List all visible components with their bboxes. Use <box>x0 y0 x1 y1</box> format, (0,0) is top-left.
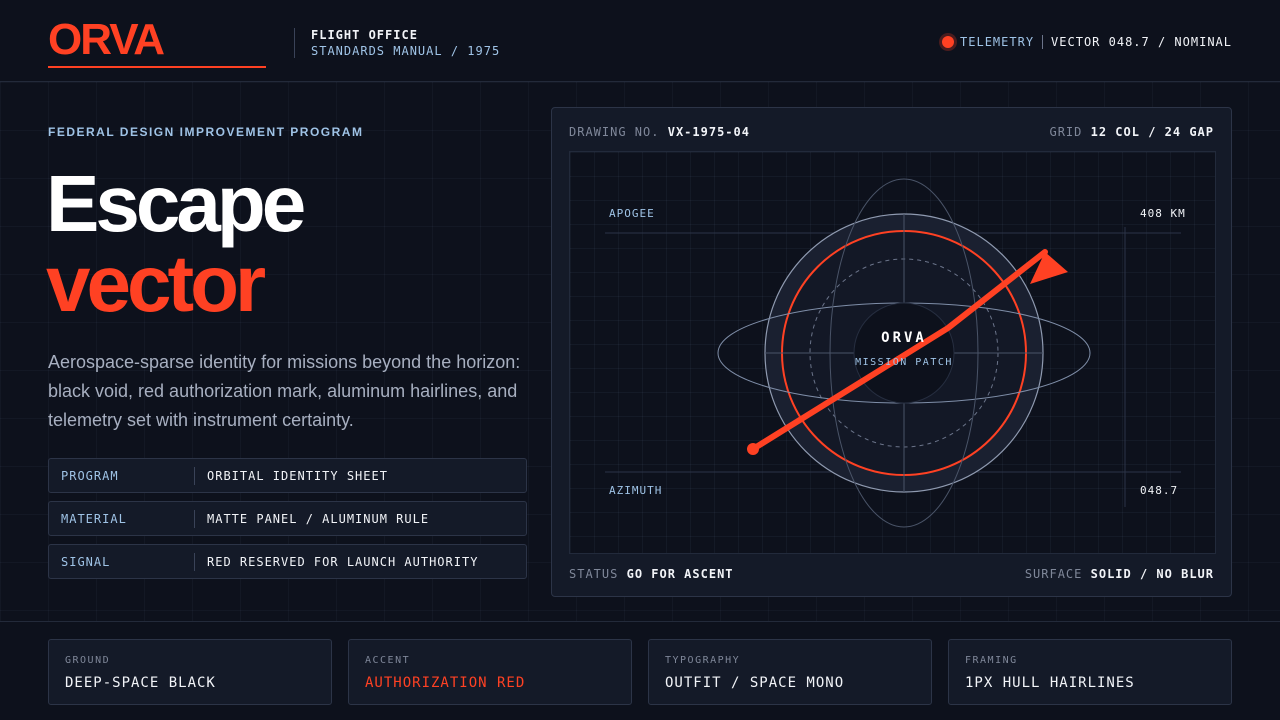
drawing-number-value: VX-1975-04 <box>667 125 750 139</box>
token-value: DEEP-SPACE BLACK <box>65 675 216 691</box>
title-line-1: Escape <box>46 159 306 248</box>
spec-key: MATERIAL <box>61 511 127 526</box>
token-card-accent: ACCENT AUTHORIZATION RED <box>348 639 632 705</box>
flight-office: FLIGHT OFFICE STANDARDS MANUAL / 1975 <box>294 28 500 58</box>
grid-value: 12 COL / 24 GAP <box>1090 125 1214 139</box>
patch-title: ORVA <box>881 330 927 346</box>
logo[interactable]: ORVA <box>48 16 266 68</box>
panel-header: DRAWING NO. VX-1975-04 GRID 12 COL / 24 … <box>569 125 1214 139</box>
drawing-canvas: APOGEE 408 KM AZIMUTH 048.7 ORVA MISSION… <box>569 151 1216 554</box>
surface-label: SURFACE <box>1024 567 1083 581</box>
azimuth-value: 048.7 <box>1140 484 1179 497</box>
title-line-2: vector <box>46 239 266 328</box>
spec-row-signal: SIGNAL RED RESERVED FOR LAUNCH AUTHORITY <box>48 544 527 579</box>
status-label: STATUS <box>569 567 619 581</box>
status-value: GO FOR ASCENT <box>626 567 734 581</box>
spec-value: RED RESERVED FOR LAUNCH AUTHORITY <box>207 554 479 569</box>
telemetry-readout: TELEMETRY VECTOR 048.7 / NOMINAL <box>942 35 1232 49</box>
apogee-label: APOGEE <box>609 207 655 220</box>
drawing-panel: DRAWING NO. VX-1975-04 GRID 12 COL / 24 … <box>551 107 1232 597</box>
description: Aerospace-sparse identity for missions b… <box>48 352 521 430</box>
logo-wordmark: ORVA <box>48 15 165 64</box>
token-label: GROUND <box>65 655 111 666</box>
token-card-typography: TYPOGRAPHY OUTFIT / SPACE MONO <box>648 639 932 705</box>
grid-label: GRID <box>1049 125 1083 139</box>
token-card-ground: GROUND DEEP-SPACE BLACK <box>48 639 332 705</box>
drawing-number: DRAWING NO. VX-1975-04 <box>569 125 750 139</box>
eyebrow: FEDERAL DESIGN IMPROVEMENT PROGRAM <box>48 125 364 139</box>
divider <box>1042 35 1044 49</box>
token-value: OUTFIT / SPACE MONO <box>665 675 845 691</box>
grid-spec: GRID 12 COL / 24 GAP <box>1049 125 1214 139</box>
drawing-number-label: DRAWING NO. <box>569 125 660 139</box>
telemetry-value: VECTOR 048.7 / NOMINAL <box>1051 35 1232 49</box>
patch-subtitle: MISSION PATCH <box>855 357 953 368</box>
spec-key: PROGRAM <box>61 468 119 483</box>
surface: SURFACE SOLID / NO BLUR <box>1025 567 1214 581</box>
launch-point <box>747 443 759 455</box>
telemetry-label: TELEMETRY <box>960 35 1035 49</box>
token-label: TYPOGRAPHY <box>665 655 741 666</box>
spec-value: ORBITAL IDENTITY SHEET <box>207 468 388 483</box>
mission-diagram <box>605 178 1181 528</box>
office-title: FLIGHT OFFICE <box>311 28 418 42</box>
panel-footer: STATUS GO FOR ASCENT SURFACE SOLID / NO … <box>569 567 1214 581</box>
surface-value: SOLID / NO BLUR <box>1090 567 1214 581</box>
token-value: 1PX HULL HAIRLINES <box>965 675 1135 691</box>
header: ORVA FLIGHT OFFICE STANDARDS MANUAL / 19… <box>0 0 1280 82</box>
azimuth-label: AZIMUTH <box>609 484 663 497</box>
office-subtitle: STANDARDS MANUAL / 1975 <box>311 44 501 58</box>
footer-tokens: GROUND DEEP-SPACE BLACK ACCENT AUTHORIZA… <box>0 621 1280 720</box>
spec-key: SIGNAL <box>61 554 111 569</box>
page-title: Escape vector <box>46 159 306 328</box>
token-label: FRAMING <box>965 655 1018 666</box>
status-dot-icon <box>942 36 955 48</box>
token-value: AUTHORIZATION RED <box>365 675 526 691</box>
spec-row-material: MATERIAL MATTE PANEL / ALUMINUM RULE <box>48 501 527 536</box>
status: STATUS GO FOR ASCENT <box>569 567 734 581</box>
token-label: ACCENT <box>365 655 411 666</box>
spec-value: MATTE PANEL / ALUMINUM RULE <box>207 511 430 526</box>
spec-list: PROGRAM ORBITAL IDENTITY SHEET MATERIAL … <box>48 458 527 587</box>
apogee-value: 408 KM <box>1140 207 1186 220</box>
token-card-framing: FRAMING 1PX HULL HAIRLINES <box>948 639 1232 705</box>
spec-row-program: PROGRAM ORBITAL IDENTITY SHEET <box>48 458 527 493</box>
